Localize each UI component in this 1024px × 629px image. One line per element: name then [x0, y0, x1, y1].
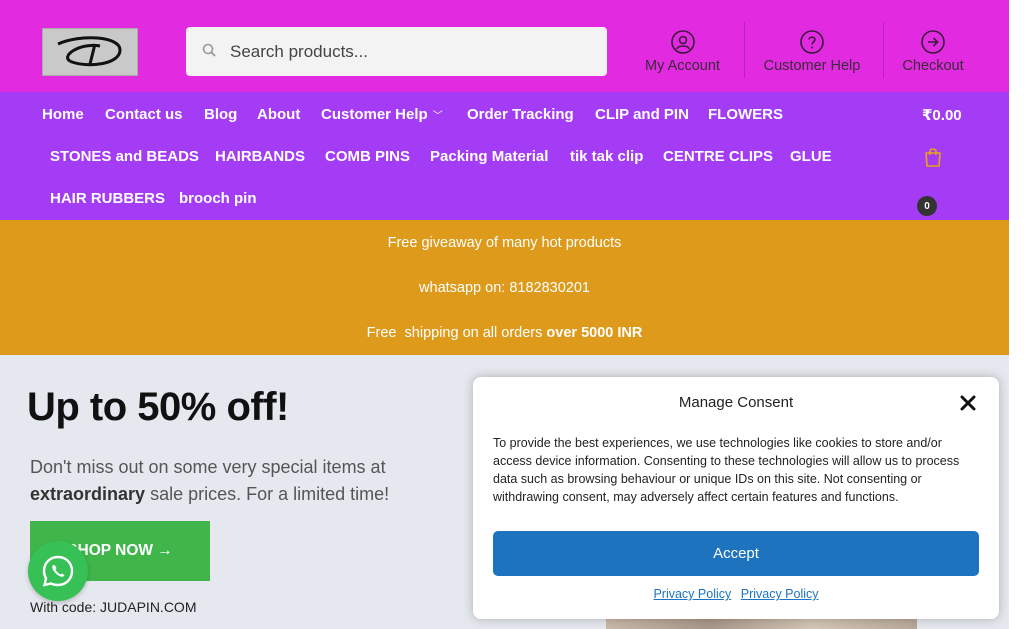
consent-title: Manage Consent [678, 394, 794, 411]
search-input[interactable] [230, 39, 590, 65]
nav-item-flowers[interactable]: FLOWERS [708, 106, 783, 123]
nav-item-packing-material[interactable]: Packing Material [430, 148, 548, 165]
promo-line-shipping: Free shipping on all orders over 5000 IN… [0, 325, 1009, 341]
hero-subtitle-bold: extraordinary [30, 484, 146, 504]
accept-button[interactable]: Accept [493, 531, 979, 576]
checkout-link[interactable]: Checkout [896, 22, 970, 80]
promo-banner: Free giveaway of many hot products whats… [0, 220, 1009, 355]
nav-item-order-tracking[interactable]: Order Tracking [467, 106, 574, 123]
nav-item-clip-and-pin[interactable]: CLIP and PIN [595, 106, 689, 123]
search-box[interactable] [186, 27, 607, 76]
privacy-policy-link[interactable]: Privacy Policy [741, 587, 819, 601]
whatsapp-icon [42, 555, 74, 587]
promo-shipping-threshold: over 5000 INR [546, 325, 643, 341]
customer-help-link[interactable]: Customer Help [757, 22, 867, 80]
my-account-link[interactable]: My Account [636, 22, 729, 80]
consent-body: To provide the best experiences, we use … [493, 436, 960, 504]
nav-item-contact-us[interactable]: Contact us [105, 106, 183, 123]
header-divider [883, 22, 884, 78]
my-account-label: My Account [645, 58, 720, 74]
hero-title: Up to 50% off! [27, 385, 289, 429]
nav-item-home[interactable]: Home [42, 106, 84, 123]
promo-line-whatsapp: whatsapp on: 8182830201 [419, 280, 590, 296]
policy-links: Privacy Policy Privacy Policy [473, 587, 999, 601]
arrow-right-circle-icon [921, 30, 945, 54]
chevron-down-icon: ﹀ [432, 111, 443, 122]
nav-item-comb-pins[interactable]: COMB PINS [325, 148, 410, 165]
hero-subtitle-prefix: Don't miss out on some very special item… [30, 457, 386, 477]
nav-item-centre-clips[interactable]: CENTRE CLIPS [663, 148, 773, 165]
privacy-policy-link[interactable]: Privacy Policy [653, 587, 731, 601]
question-circle-icon [800, 30, 824, 54]
header-divider [744, 22, 745, 78]
nav-item-hair-rubbers[interactable]: HAIR RUBBERS [50, 190, 165, 207]
search-icon [202, 43, 216, 57]
nav-item-about[interactable]: About [257, 106, 300, 123]
promo-code-text: With code: JUDAPIN.COM [30, 599, 197, 615]
site-logo[interactable] [42, 28, 138, 76]
nav-item-customer-help[interactable]: Customer Help ﹀ [321, 106, 443, 123]
promo-shipping-text: Free shipping on all orders [366, 325, 547, 341]
nav-item-stones-and-beads[interactable]: STONES and BEADS [50, 148, 199, 165]
cart-total[interactable]: ₹0.00 [922, 106, 962, 124]
hero-subtitle: Don't miss out on some very special item… [30, 454, 430, 508]
whatsapp-chat-button[interactable] [28, 541, 88, 601]
shopping-bag-icon[interactable] [924, 147, 942, 167]
user-circle-icon [670, 30, 695, 54]
logo-mark-icon [57, 36, 122, 67]
close-icon[interactable] [959, 394, 977, 412]
hero-subtitle-suffix: sale prices. For a limited time! [145, 484, 390, 504]
consent-dialog: Manage Consent To provide the best exper… [473, 377, 999, 619]
nav-item-customer-help-label: Customer Help [321, 106, 428, 123]
nav-item-brooch-pin[interactable]: brooch pin [179, 190, 257, 207]
nav-item-hairbands[interactable]: HAIRBANDS [215, 148, 305, 165]
checkout-label: Checkout [902, 58, 964, 74]
nav-item-blog[interactable]: Blog [204, 106, 237, 123]
nav-item-tik-tak-clip[interactable]: tik tak clip [570, 148, 643, 165]
customer-help-label: Customer Help [763, 58, 861, 74]
nav-item-glue[interactable]: GLUE [790, 148, 832, 165]
cart-count-badge: 0 [917, 196, 937, 216]
promo-line-giveaway: Free giveaway of many hot products [387, 235, 622, 251]
